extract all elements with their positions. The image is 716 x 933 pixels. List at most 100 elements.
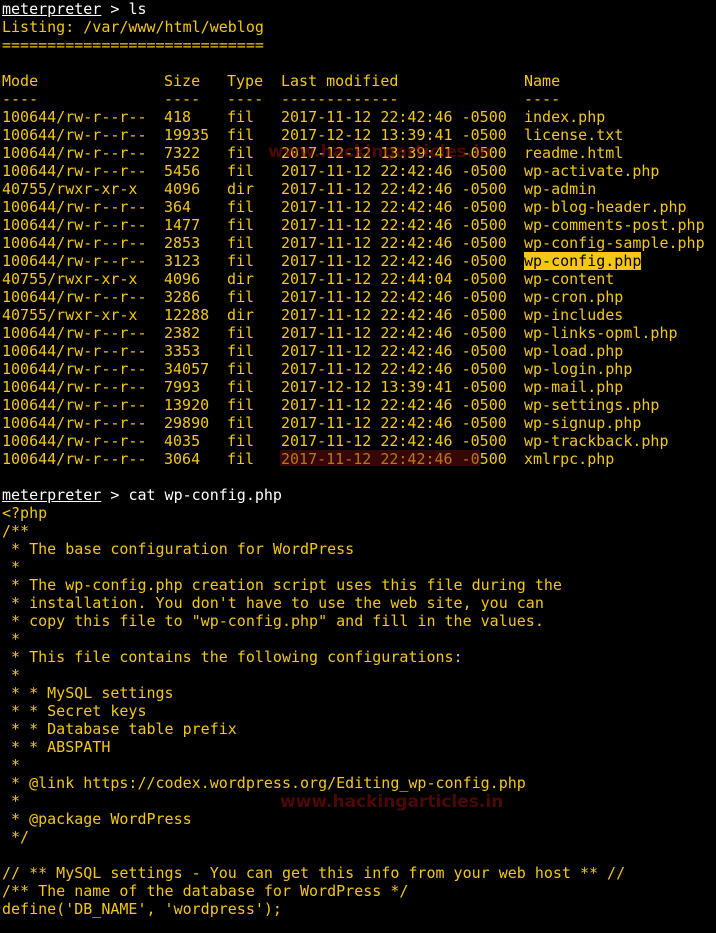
code-line: * * Database table prefix	[2, 720, 237, 738]
cell-size: 2853	[164, 234, 201, 252]
cell-type: fil	[227, 432, 255, 450]
cell-mode: 100644/rw-r--r--	[2, 378, 147, 396]
rule-name: ----	[524, 90, 561, 108]
cell-mode: 40755/rwxr-xr-x	[2, 180, 138, 198]
rule-mode: ----	[2, 90, 39, 108]
command-text: cat wp-config.php	[128, 486, 282, 504]
cell-mode: 100644/rw-r--r--	[2, 216, 147, 234]
cell-name: readme.html	[524, 144, 624, 162]
header-size: Size	[164, 72, 201, 90]
code-line: <?php	[2, 504, 48, 522]
cell-mode: 100644/rw-r--r--	[2, 126, 147, 144]
cell-size: 5456	[164, 162, 201, 180]
code-line: */	[2, 828, 30, 846]
cell-size: 4035	[164, 432, 201, 450]
prompt-separator: >	[101, 0, 129, 18]
prompt-name: meterpreter	[2, 486, 102, 504]
prompt-separator: >	[101, 486, 129, 504]
rule-size: ----	[164, 90, 201, 108]
code-line: // ** MySQL settings - You can get this …	[2, 864, 626, 882]
file-content: <?php/** * The base configuration for Wo…	[2, 504, 716, 918]
cell-name: xmlrpc.php	[524, 450, 615, 468]
code-line: * @link https://codex.wordpress.org/Edit…	[2, 774, 526, 792]
table-row: 100644/rw-r--r-- 13920 fil 2017-11-12 22:42…	[2, 396, 716, 414]
cell-name: wp-includes	[524, 306, 624, 324]
code-line: *	[2, 792, 21, 810]
cell-modified: 2017-11-12 22:42:46 -0500	[281, 288, 507, 306]
cell-type: fil	[227, 234, 255, 252]
cell-size: 12288	[164, 306, 210, 324]
cell-name: wp-activate.php	[524, 162, 660, 180]
cell-type: fil	[227, 342, 255, 360]
listing-separator: =============================	[2, 36, 264, 54]
code-line: * The base configuration for WordPress	[2, 540, 355, 558]
cell-size: 34057	[164, 360, 210, 378]
cell-name: wp-blog-header.php	[524, 198, 687, 216]
table-row: 40755/rwxr-xr-x 4096 dir 2017-11-12 22:42:4…	[2, 180, 716, 198]
cell-type: fil	[227, 378, 255, 396]
table-row: 100644/rw-r--r-- 2853 fil 2017-11-12 22:42:…	[2, 234, 716, 252]
cell-type: dir	[227, 180, 255, 198]
table-row: 100644/rw-r--r-- 3064 fil 2017-11-12 22:42:…	[2, 450, 716, 468]
cell-modified: 2017-11-12 22:42:46 -0500	[281, 450, 507, 468]
table-row: 100644/rw-r--r-- 1477 fil 2017-11-12 22:42:…	[2, 216, 716, 234]
table-header-rule: ---- ---- ---- ------------- ----	[2, 90, 716, 108]
table-header: Mode Size Type Last modified Name	[2, 72, 716, 90]
cell-type: fil	[227, 162, 255, 180]
code-line: *	[2, 666, 21, 684]
code-line: * * ABSPATH	[2, 738, 111, 756]
code-line: *	[2, 558, 21, 576]
cell-size: 3286	[164, 288, 201, 306]
cell-mode: 100644/rw-r--r--	[2, 360, 147, 378]
cell-mode: 100644/rw-r--r--	[2, 252, 147, 270]
header-modified: Last modified	[281, 72, 399, 90]
cell-name: wp-admin	[524, 180, 597, 198]
cell-size: 7322	[164, 144, 201, 162]
cell-modified: 2017-11-12 22:42:46 -0500	[281, 216, 507, 234]
cell-type: fil	[227, 198, 255, 216]
cell-size: 29890	[164, 414, 210, 432]
code-line: * copy this file to "wp-config.php" and …	[2, 612, 544, 630]
cell-mode: 40755/rwxr-xr-x	[2, 270, 138, 288]
cell-mode: 100644/rw-r--r--	[2, 234, 147, 252]
cell-name: wp-trackback.php	[524, 432, 669, 450]
cell-name: wp-comments-post.php	[524, 216, 705, 234]
table-row: 100644/rw-r--r-- 5456 fil 2017-11-12 22:42:…	[2, 162, 716, 180]
code-line: * This file contains the following confi…	[2, 648, 463, 666]
cell-name: index.php	[524, 108, 606, 126]
cell-type: dir	[227, 306, 255, 324]
table-row: 100644/rw-r--r-- 34057 fil 2017-11-12 22:42…	[2, 360, 716, 378]
rule-modified: -------------	[281, 90, 399, 108]
cell-name: wp-links-opml.php	[524, 324, 678, 342]
table-row: 100644/rw-r--r-- 364 fil 2017-11-12 22:42:4…	[2, 198, 716, 216]
cell-mode: 100644/rw-r--r--	[2, 108, 147, 126]
code-line: /**	[2, 522, 30, 540]
cell-mode: 100644/rw-r--r--	[2, 450, 147, 468]
table-row: 40755/rwxr-xr-x 12288 dir 2017-11-12 22:42:…	[2, 306, 716, 324]
cell-modified: 2017-11-12 22:42:46 -0500	[281, 324, 507, 342]
cell-size: 3064	[164, 450, 201, 468]
command-text: ls	[128, 0, 147, 18]
cell-name: wp-config.php	[524, 252, 642, 270]
cell-type: fil	[227, 450, 255, 468]
header-type: Type	[227, 72, 264, 90]
cell-modified: 2017-11-12 22:42:46 -0500	[281, 180, 507, 198]
cell-mode: 100644/rw-r--r--	[2, 324, 147, 342]
terminal[interactable]: meterpreter > ls Listing: /var/www/html/…	[2, 0, 716, 933]
cell-size: 3353	[164, 342, 201, 360]
code-line: *	[2, 756, 21, 774]
cell-type: dir	[227, 270, 255, 288]
cell-modified: 2017-11-12 22:42:46 -0500	[281, 342, 507, 360]
cell-mode: 100644/rw-r--r--	[2, 144, 147, 162]
header-name: Name	[524, 72, 561, 90]
cell-size: 4096	[164, 270, 201, 288]
cell-name: license.txt	[524, 126, 624, 144]
table-row: 100644/rw-r--r-- 3286 fil 2017-11-12 22:42:…	[2, 288, 716, 306]
cell-mode: 100644/rw-r--r--	[2, 414, 147, 432]
cell-mode: 100644/rw-r--r--	[2, 342, 147, 360]
cell-mode: 100644/rw-r--r--	[2, 198, 147, 216]
cell-size: 2382	[164, 324, 201, 342]
cell-modified: 2017-11-12 22:42:46 -0500	[281, 414, 507, 432]
cell-name: wp-signup.php	[524, 414, 642, 432]
